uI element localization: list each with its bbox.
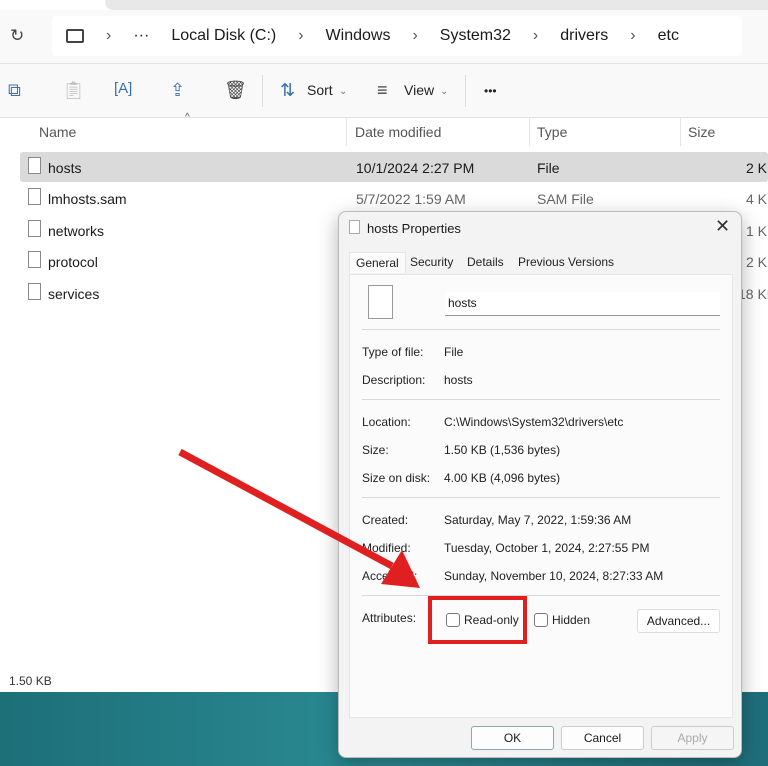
annotation-overlay [178, 448, 527, 644]
annotation-arrow-head [381, 550, 420, 588]
annotation-arrow-shaft [178, 448, 394, 570]
annotation-highlight-box [428, 596, 527, 644]
